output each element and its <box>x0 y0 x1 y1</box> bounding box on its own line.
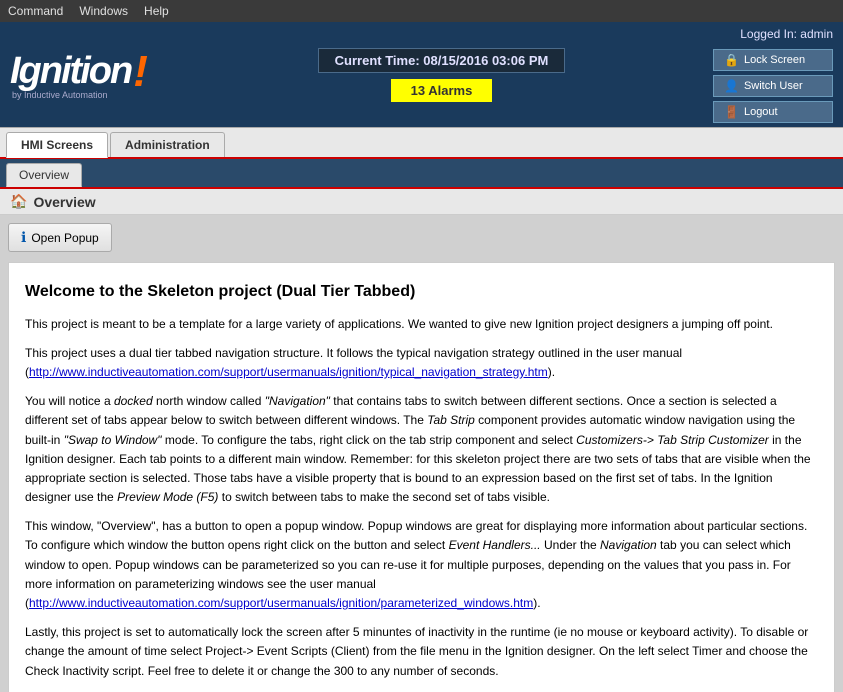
content-p1: This project is meant to be a template f… <box>25 315 818 334</box>
header: Ignition ! by Inductive Automation Curre… <box>0 22 843 127</box>
lock-screen-button[interactable]: 🔒 Lock Screen <box>713 49 833 71</box>
content-p2-suffix: ). <box>548 365 555 379</box>
menu-help[interactable]: Help <box>144 4 169 18</box>
content-p2: This project uses a dual tier tabbed nav… <box>25 344 818 382</box>
header-center: Current Time: 08/15/2016 03:06 PM 13 Ala… <box>210 48 673 102</box>
logo-exclaim-icon: ! <box>133 50 148 94</box>
content-p4-link[interactable]: http://www.inductiveautomation.com/suppo… <box>29 596 533 610</box>
tab-overview[interactable]: Overview <box>6 163 82 187</box>
logout-icon: 🚪 <box>724 105 739 119</box>
content-p4: This window, "Overview", has a button to… <box>25 517 818 613</box>
header-right: Logged In: admin 🔒 Lock Screen 👤 Switch … <box>673 27 833 123</box>
content-title: Welcome to the Skeleton project (Dual Ti… <box>25 279 818 305</box>
menu-windows[interactable]: Windows <box>79 4 128 18</box>
logo-subtitle: by Inductive Automation <box>10 90 108 100</box>
logged-in-label: Logged In: admin <box>740 27 833 41</box>
home-icon: 🏠 <box>10 193 27 210</box>
switch-user-button[interactable]: 👤 Switch User <box>713 75 833 97</box>
logout-button[interactable]: 🚪 Logout <box>713 101 833 123</box>
current-time-display: Current Time: 08/15/2016 03:06 PM <box>318 48 566 73</box>
logo-name: Ignition <box>10 50 131 93</box>
menu-bar: Command Windows Help <box>0 0 843 22</box>
open-popup-label: Open Popup <box>31 231 98 245</box>
switch-user-icon: 👤 <box>724 79 739 93</box>
content-p3: You will notice a docked north window ca… <box>25 392 818 507</box>
content-panel: Welcome to the Skeleton project (Dual Ti… <box>8 262 835 692</box>
menu-command[interactable]: Command <box>8 4 63 18</box>
logout-label: Logout <box>744 106 778 118</box>
breadcrumb-bar: 🏠 Overview <box>0 189 843 215</box>
main-content: ℹ Open Popup Welcome to the Skeleton pro… <box>0 215 843 692</box>
breadcrumb-text: Overview <box>33 194 95 210</box>
logo-text: Ignition ! <box>10 50 148 94</box>
content-p5: Lastly, this project is set to automatic… <box>25 623 818 681</box>
open-popup-button[interactable]: ℹ Open Popup <box>8 223 112 252</box>
alarms-button[interactable]: 13 Alarms <box>391 79 493 102</box>
lock-icon: 🔒 <box>724 53 739 67</box>
app-wrapper: Command Windows Help Ignition ! by Induc… <box>0 0 843 692</box>
logo-area: Ignition ! by Inductive Automation <box>10 50 210 100</box>
lock-screen-label: Lock Screen <box>744 54 805 66</box>
secondary-tab-bar: Overview <box>0 159 843 189</box>
info-icon: ℹ <box>21 229 26 246</box>
tab-hmi-screens[interactable]: HMI Screens <box>6 132 108 158</box>
tab-administration[interactable]: Administration <box>110 132 225 157</box>
content-p2-link[interactable]: http://www.inductiveautomation.com/suppo… <box>29 365 548 379</box>
switch-user-label: Switch User <box>744 80 803 92</box>
primary-tab-bar: HMI Screens Administration <box>0 127 843 159</box>
